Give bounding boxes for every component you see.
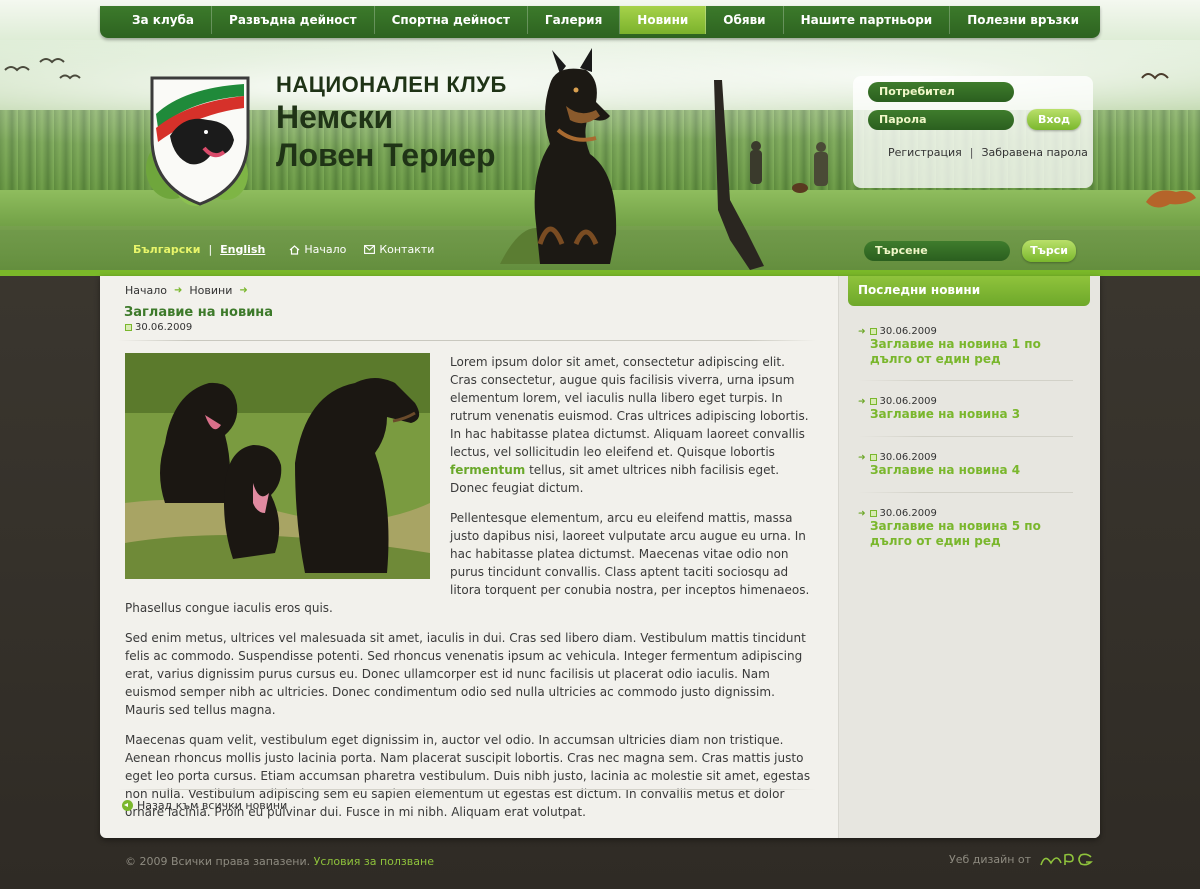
search-input[interactable]: Търсене (864, 241, 1010, 261)
register-link[interactable]: Регистрация (888, 146, 962, 159)
calendar-icon (869, 398, 877, 405)
fox-photo (1146, 190, 1196, 208)
lang-separator: | (208, 243, 213, 256)
arrow-icon: ➜ (858, 326, 866, 337)
divider (858, 380, 1073, 381)
news-title-link[interactable]: Заглавие на новина 4 (870, 463, 1073, 478)
sidebar-news-item[interactable]: ➜ 30.06.2009 Заглавие на новина 1 по дъл… (858, 326, 1073, 367)
nav-item-about[interactable]: За клуба (100, 6, 213, 34)
lang-english-link[interactable]: English (220, 243, 265, 256)
club-name: НАЦИОНАЛЕН КЛУБ Немски Ловен Териер (276, 72, 507, 174)
breadcrumb-arrow-icon: ➜ (239, 285, 248, 296)
news-date-value: 30.06.2009 (879, 508, 937, 519)
article-date: 30.06.2009 (125, 322, 192, 333)
main-navigation: За клуба Развъдна дейност Спортна дейнос… (100, 6, 1100, 38)
article-paragraph-3: Sed enim metus, ultrices vel malesuada s… (125, 631, 806, 717)
login-button[interactable]: Вход (1027, 109, 1081, 130)
nav-item-links[interactable]: Полезни връзки (950, 6, 1096, 34)
breadcrumb: Начало ➜ Новини ➜ (125, 284, 255, 297)
contacts-link-label: Контакти (379, 243, 435, 256)
terms-link[interactable]: Условия за ползване (314, 855, 434, 868)
photo-spacer (125, 353, 430, 579)
nav-item-breeding[interactable]: Развъдна дейност (212, 6, 375, 34)
back-arrow-icon (122, 800, 133, 811)
nav-item-partners[interactable]: Нашите партньори (784, 6, 951, 34)
arrow-icon: ➜ (858, 508, 866, 519)
news-title-link[interactable]: Заглавие на новина 3 (870, 407, 1073, 422)
sidebar-news-item[interactable]: ➜ 30.06.2009 Заглавие на новина 5 по дъл… (858, 508, 1073, 549)
calendar-icon (869, 510, 877, 517)
news-date: ➜ 30.06.2009 (858, 396, 1073, 407)
contacts-link[interactable]: Контакти (364, 243, 434, 256)
paragraph-1-text: Lorem ipsum dolor sit amet, consectetur … (450, 355, 809, 459)
home-icon (289, 244, 300, 255)
terrier-photo (500, 48, 617, 264)
divider (118, 340, 816, 341)
calendar-icon (125, 324, 132, 331)
nav-item-sports[interactable]: Спортна дейност (375, 6, 528, 34)
club-logo-shield-icon (146, 76, 250, 206)
news-title-link[interactable]: Заглавие на новина 1 по дълго от един ре… (870, 337, 1073, 367)
language-bar: Български | English Начало Контакти (133, 243, 434, 256)
nav-item-ads[interactable]: Обяви (706, 6, 784, 34)
header-banner: НАЦИОНАЛЕН КЛУБ Немски Ловен Териер За к… (0, 0, 1200, 276)
news-date-value: 30.06.2009 (879, 452, 937, 463)
article-body: Lorem ipsum dolor sit amet, consectetur … (125, 353, 812, 833)
login-links: Регистрация | Забравена парола (888, 146, 1088, 159)
nav-item-news[interactable]: Новини (620, 6, 707, 34)
divider (118, 789, 816, 790)
club-name-line3: Ловен Териер (276, 137, 496, 173)
latest-news-heading: Последни новини (848, 276, 1090, 306)
calendar-icon (869, 328, 877, 335)
breadcrumb-arrow-icon: ➜ (174, 285, 183, 296)
nav-item-gallery[interactable]: Галерия (528, 6, 621, 34)
sidebar-news-item[interactable]: ➜ 30.06.2009 Заглавие на новина 3 (858, 396, 1073, 422)
news-date-value: 30.06.2009 (879, 396, 937, 407)
calendar-icon (869, 454, 877, 461)
flying-bird-icon (1141, 73, 1169, 80)
news-date: ➜ 30.06.2009 (858, 508, 1073, 519)
article-date-value: 30.06.2009 (135, 322, 193, 333)
footer-copyright: © 2009 Всички права запазени. Условия за… (125, 855, 434, 868)
hunters-photo (750, 141, 828, 193)
password-field[interactable]: Парола (868, 110, 1014, 130)
news-title-link[interactable]: Заглавие на новина 5 по дълго от един ре… (870, 519, 1073, 549)
flying-birds-icon (4, 58, 81, 80)
forgot-password-link[interactable]: Забравена парола (981, 146, 1087, 159)
highlight-link[interactable]: fermentum (450, 463, 525, 477)
home-link-label: Начало (304, 243, 347, 256)
login-links-separator: | (969, 146, 974, 159)
back-to-news-link[interactable]: Назад към всички новини (122, 799, 287, 812)
news-date: ➜ 30.06.2009 (858, 452, 1073, 463)
designer-logo[interactable] (1039, 849, 1095, 869)
search-button[interactable]: Търси (1022, 240, 1076, 262)
club-name-line2: Немски (276, 99, 394, 135)
breadcrumb-home[interactable]: Начало (125, 284, 167, 297)
news-date-value: 30.06.2009 (879, 326, 937, 337)
article-title: Заглавие на новина (124, 305, 274, 320)
design-by-text: Уеб дизайн от (949, 852, 1032, 866)
envelope-icon (364, 245, 376, 254)
copyright-text: © 2009 Всички права запазени. (125, 855, 311, 868)
lang-bulgarian-link[interactable]: Български (133, 243, 200, 256)
home-link[interactable]: Начало (289, 243, 346, 256)
footer-credits: Уеб дизайн от (949, 849, 1095, 869)
divider (858, 492, 1073, 493)
divider (858, 436, 1073, 437)
username-field[interactable]: Потребител (868, 82, 1014, 102)
news-date: ➜ 30.06.2009 (858, 326, 1073, 337)
breadcrumb-news[interactable]: Новини (189, 284, 232, 297)
arrow-icon: ➜ (858, 452, 866, 463)
club-name-line1: НАЦИОНАЛЕН КЛУБ (276, 72, 507, 97)
back-to-news-label: Назад към всички новини (137, 799, 288, 812)
sidebar-news-item[interactable]: ➜ 30.06.2009 Заглавие на новина 4 (858, 452, 1073, 478)
arrow-icon: ➜ (858, 396, 866, 407)
